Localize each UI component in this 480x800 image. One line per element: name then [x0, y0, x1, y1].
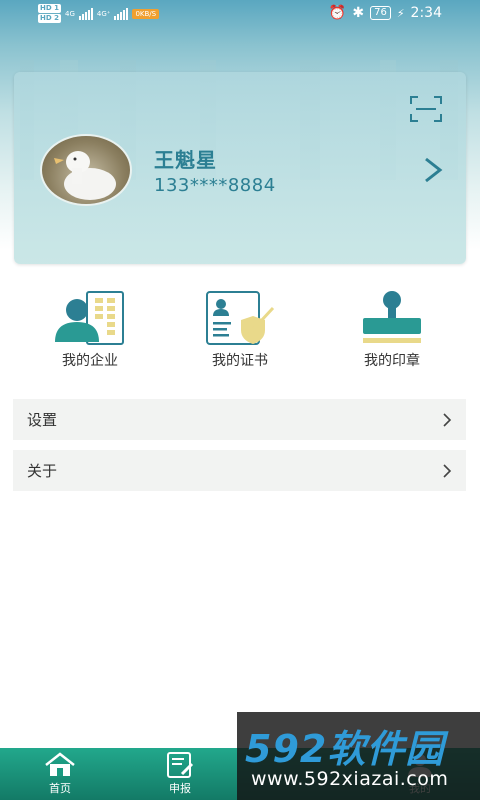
chevron-right-icon[interactable]	[422, 156, 444, 184]
bluetooth-icon: ✱	[352, 5, 365, 21]
scan-icon[interactable]	[410, 96, 442, 122]
net-speed-badge: 0KB/S	[132, 9, 160, 19]
my-certificate-label: 我的证书	[212, 353, 268, 369]
about-item[interactable]: 关于	[13, 450, 466, 491]
watermark-url: www.592xiazai.com	[251, 768, 449, 790]
certificate-icon	[206, 291, 275, 345]
settings-item[interactable]: 设置	[13, 399, 466, 440]
status-left: HD 1 HD 2 4G 4G⁺ 0KB/S	[38, 4, 160, 24]
signal1-label: 4G	[64, 10, 75, 18]
chevron-right-icon	[443, 463, 452, 478]
signal1-bars-icon	[78, 8, 93, 20]
sim2-badge: HD 2	[38, 14, 61, 23]
settings-label: 设置	[27, 411, 58, 429]
clock: 2:34	[410, 5, 442, 21]
tab-declare[interactable]: 申报	[145, 748, 215, 800]
watermark: 592软件园 www.592xiazai.com	[237, 712, 480, 800]
watermark-brand: 592软件园	[245, 727, 445, 771]
alarm-icon: ⏰	[328, 5, 347, 21]
tab-home[interactable]: 首页	[25, 748, 95, 800]
status-right: ⏰ ✱ 76 ⚡ 2:34	[329, 5, 442, 21]
tab-home-label: 首页	[49, 782, 71, 795]
my-certificate-button[interactable]: 我的证书	[180, 290, 300, 370]
my-seal-button[interactable]: 我的印章	[332, 290, 452, 370]
charging-icon: ⚡	[396, 6, 405, 20]
sim1-badge: HD 1	[38, 4, 61, 13]
duck-avatar-image	[54, 151, 116, 200]
enterprise-icon	[55, 291, 124, 345]
my-enterprise-label: 我的企业	[62, 353, 118, 369]
my-enterprise-button[interactable]: 我的企业	[30, 290, 150, 370]
signal2-bars-icon	[114, 8, 129, 20]
status-bar: HD 1 HD 2 4G 4G⁺ 0KB/S ⏰ ✱ 76 ⚡ 2:34	[0, 0, 480, 28]
user-name: 王魁星	[154, 148, 217, 172]
avatar[interactable]	[40, 134, 132, 206]
profile-card[interactable]: 王魁星 133****8884	[14, 72, 466, 264]
battery-level: 76	[370, 6, 391, 20]
about-label: 关于	[27, 462, 58, 480]
tab-declare-label: 申报	[169, 782, 191, 795]
signal2-label: 4G⁺	[96, 10, 111, 18]
my-seal-label: 我的印章	[364, 353, 420, 369]
user-phone: 133****8884	[154, 175, 276, 196]
seal-stamp-icon	[363, 291, 421, 343]
sim-indicators: HD 1 HD 2	[38, 4, 61, 24]
chevron-right-icon	[443, 412, 452, 427]
home-icon	[45, 752, 75, 776]
declare-form-icon	[167, 752, 194, 778]
